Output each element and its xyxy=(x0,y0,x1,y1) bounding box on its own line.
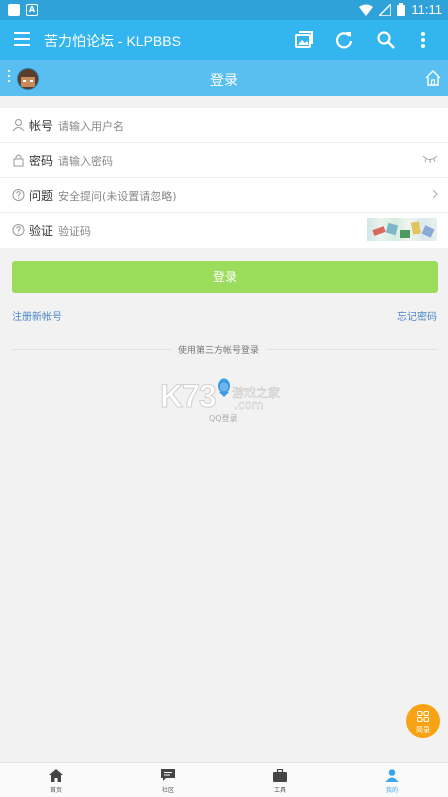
home-icon xyxy=(49,769,63,782)
page-title: 登录 xyxy=(210,73,238,89)
captcha-row[interactable]: 验证 验证码 xyxy=(0,213,448,248)
user-icon xyxy=(12,119,25,132)
tab-tools-label: 工具 xyxy=(273,787,286,794)
tab-community[interactable]: 社区 xyxy=(112,763,224,797)
question-value: 安全提问(未设置请忽略) xyxy=(58,190,177,203)
account-label: 帐号 xyxy=(29,119,54,133)
status-bar: A 11:11 xyxy=(0,0,448,20)
grid-icon xyxy=(417,711,429,722)
register-link[interactable]: 注册新帐号 xyxy=(12,308,62,323)
third-party-label: 使用第三方帐号登录 xyxy=(171,343,267,356)
menu-icon[interactable] xyxy=(14,32,30,46)
search-icon[interactable] xyxy=(375,29,397,51)
signal-icon xyxy=(379,3,392,16)
wifi-icon xyxy=(359,4,374,16)
password-input[interactable]: 请输入密码 xyxy=(58,153,113,169)
k73-watermark: K73 xyxy=(160,378,218,415)
battery-icon xyxy=(397,3,406,16)
captcha-image[interactable] xyxy=(367,218,437,241)
captcha-icon xyxy=(12,224,25,236)
notification-letter-icon: A xyxy=(26,4,38,16)
gallery-icon[interactable] xyxy=(293,29,315,51)
eye-closed-icon[interactable] xyxy=(422,154,438,164)
toolbox-icon xyxy=(273,769,287,782)
qq-login-icon[interactable] xyxy=(216,378,232,398)
chevron-right-icon xyxy=(432,189,438,199)
login-button[interactable]: 登录 xyxy=(12,261,438,293)
chat-icon xyxy=(161,769,175,781)
notification-icon xyxy=(8,4,20,16)
question-icon xyxy=(12,189,25,201)
home-icon[interactable] xyxy=(424,69,442,87)
account-row[interactable]: 帐号 请输入用户名 xyxy=(0,108,448,143)
lock-icon xyxy=(13,154,24,167)
person-icon xyxy=(385,769,399,782)
status-time: 11:11 xyxy=(411,2,442,17)
page-header: 登录 xyxy=(0,60,448,96)
password-label: 密码 xyxy=(29,154,54,168)
tab-home[interactable]: 首页 xyxy=(0,763,112,797)
tab-me-label: 我的 xyxy=(385,787,398,794)
quick-access-label: 简录 xyxy=(416,726,430,734)
security-question-row[interactable]: 问题 安全提问(未设置请忽略) xyxy=(0,178,448,213)
tab-tools[interactable]: 工具 xyxy=(224,763,336,797)
password-row[interactable]: 密码 请输入密码 xyxy=(0,143,448,178)
forgot-password-link[interactable]: 忘记密码 xyxy=(397,308,437,323)
quick-access-button[interactable]: 简录 xyxy=(406,704,440,738)
watermark-domain: .com xyxy=(234,398,264,412)
captcha-label: 验证 xyxy=(29,224,54,238)
tab-me[interactable]: 我的 xyxy=(336,763,448,797)
app-bar: 苦力怕论坛 - KLPBBS xyxy=(0,20,448,60)
login-form: 帐号 请输入用户名 密码 请输入密码 问题 安全提问(未设置请忽略) 验证 验证… xyxy=(0,108,448,248)
refresh-icon[interactable] xyxy=(333,29,355,51)
captcha-input[interactable]: 验证码 xyxy=(58,223,91,239)
tab-home-label: 首页 xyxy=(49,787,62,794)
more-options-icon[interactable] xyxy=(417,29,429,51)
qq-login-label[interactable]: QQ登录 xyxy=(209,413,238,424)
bottom-tab-bar: 首页 社区 工具 我的 xyxy=(0,762,448,797)
question-label: 问题 xyxy=(29,189,54,203)
tab-community-label: 社区 xyxy=(161,787,174,794)
account-input[interactable]: 请输入用户名 xyxy=(58,118,124,134)
app-title: 苦力怕论坛 - KLPBBS xyxy=(44,33,181,49)
